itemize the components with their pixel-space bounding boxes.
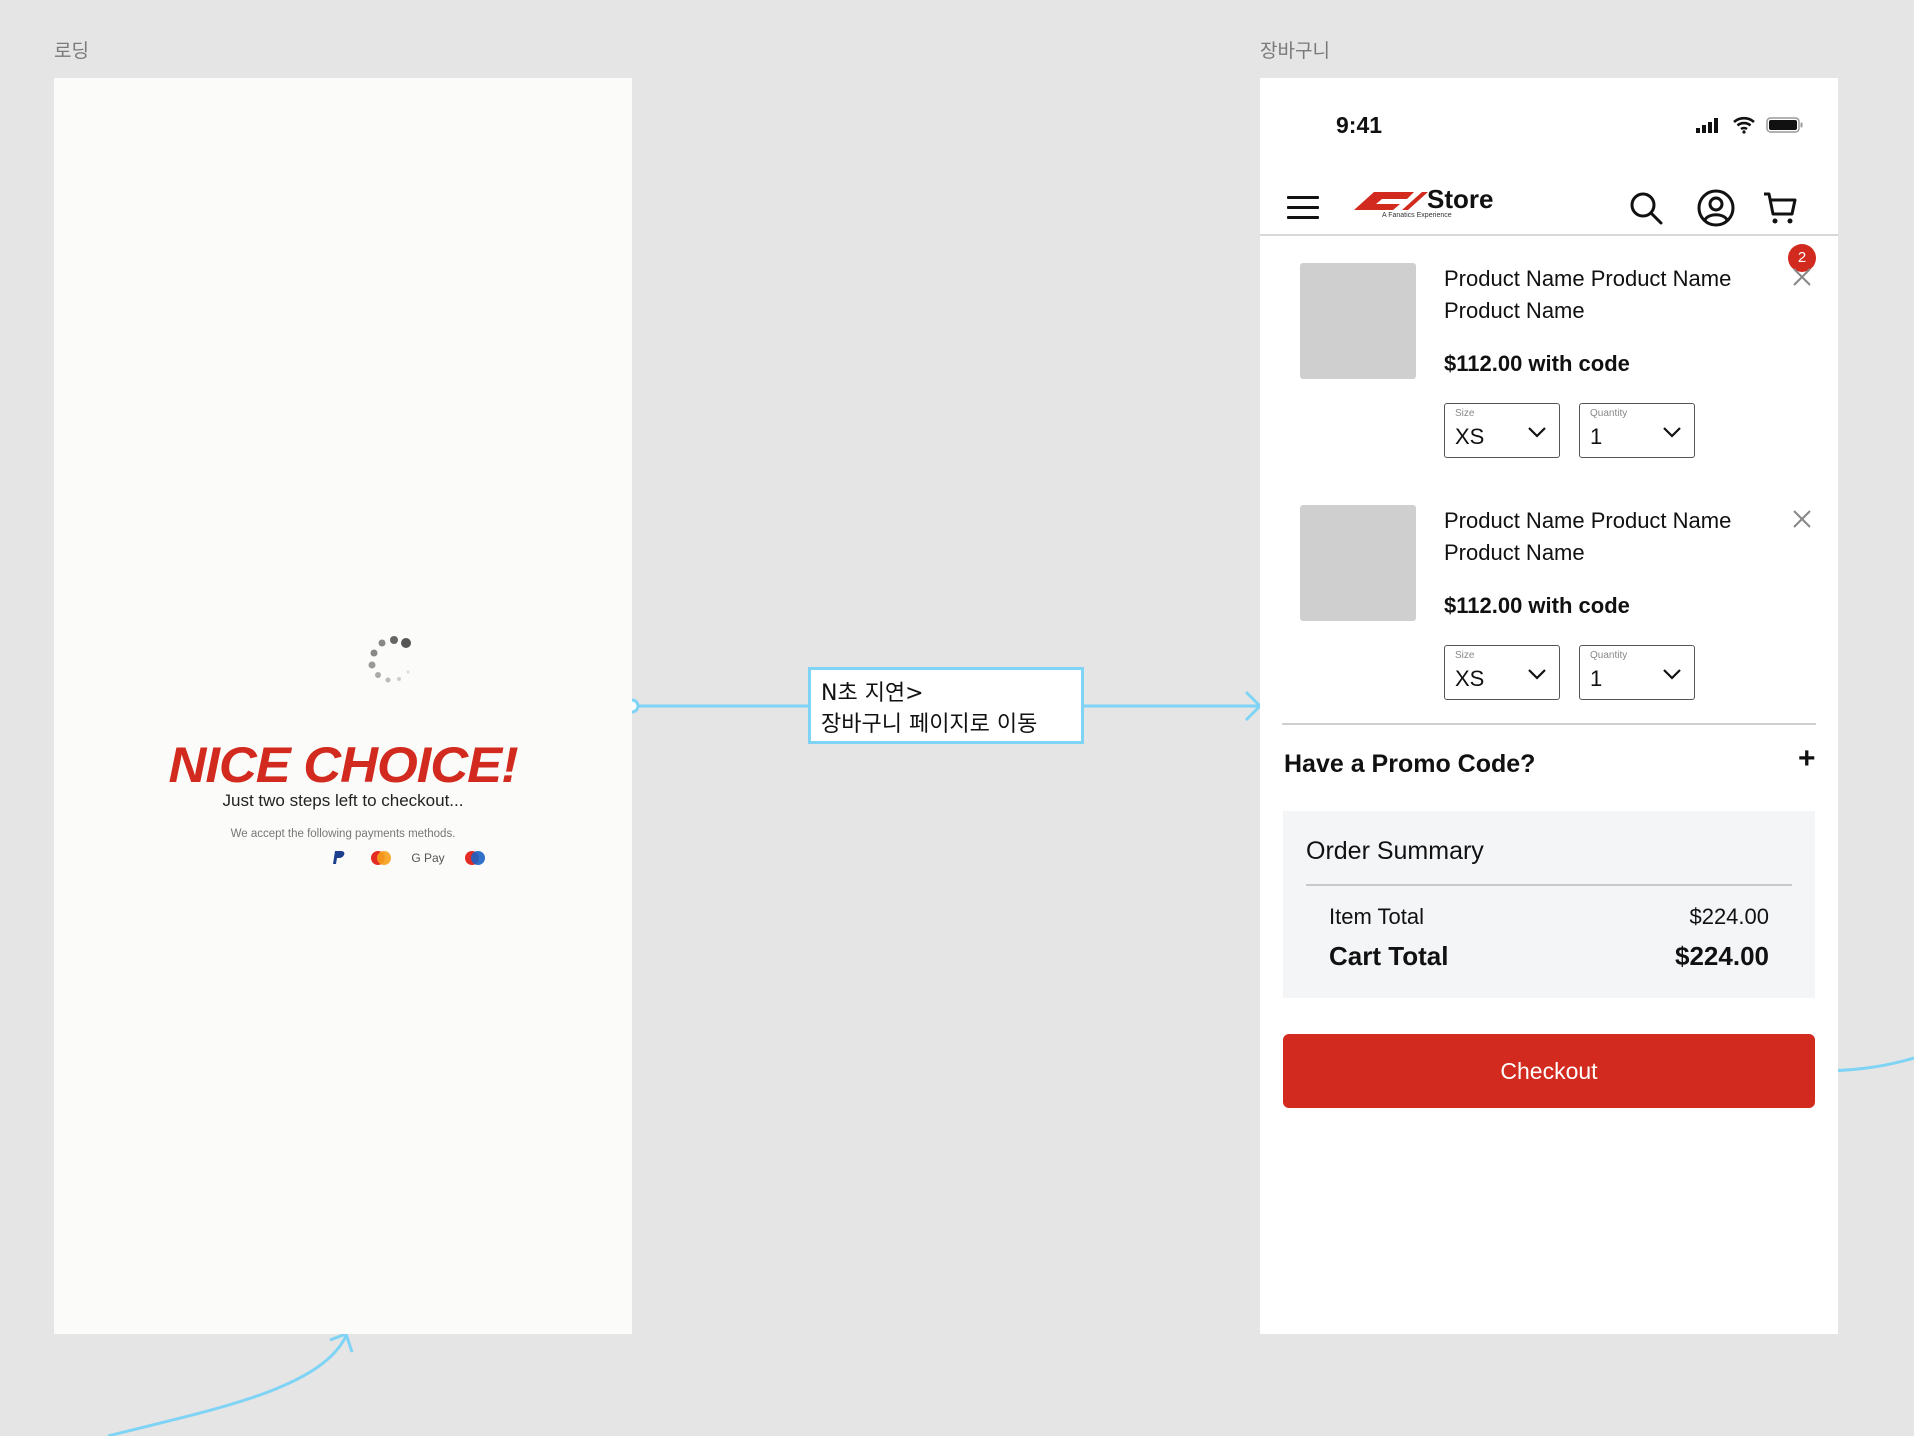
wifi-icon (1733, 116, 1755, 134)
menu-icon[interactable] (1287, 196, 1319, 220)
status-icons (1696, 116, 1804, 134)
quantity-select-value: 1 (1590, 666, 1603, 691)
quantity-select-value: 1 (1590, 424, 1603, 449)
item-total-label: Item Total (1329, 904, 1424, 929)
google-pay-icon: G Pay (408, 848, 448, 868)
cart-total-value: $224.00 (1675, 941, 1769, 971)
incoming-arrowhead (329, 1332, 354, 1353)
frame-label-loading: 로딩 (54, 40, 89, 62)
size-select-value: XS (1455, 666, 1485, 691)
product-price: $112.00 with code (1444, 351, 1630, 376)
cart-item: Product Name Product Name Product Name $… (1260, 505, 1838, 715)
product-name[interactable]: Product Name Product Name Product Name (1444, 263, 1734, 327)
loading-title: NICE CHOICE! (168, 737, 518, 793)
quantity-select-label: Quantity (1590, 408, 1628, 419)
chevron-down-icon (1663, 669, 1681, 680)
battery-icon (1766, 117, 1803, 133)
promo-expand-icon[interactable]: + (1798, 742, 1816, 776)
order-summary-title: Order Summary (1306, 837, 1484, 865)
chevron-down-icon (1528, 669, 1546, 680)
f1-store-logo[interactable]: Store A Fanatics Experience (1352, 184, 1502, 224)
quantity-select[interactable]: Quantity 1 (1579, 403, 1695, 458)
google-pay-text: G Pay (411, 851, 445, 865)
chevron-down-icon (1528, 427, 1546, 438)
size-select-label: Size (1455, 408, 1475, 419)
payment-methods: G Pay (324, 848, 490, 868)
summary-divider (1306, 884, 1792, 886)
chevron-down-icon (1663, 427, 1681, 438)
account-icon[interactable] (1696, 188, 1736, 228)
mastercard-icon (366, 848, 396, 868)
incoming-connector (107, 1335, 348, 1436)
site-header: Store A Fanatics Experience (1260, 166, 1838, 236)
size-select-label: Size (1455, 650, 1475, 661)
payments-caption: We accept the following payments methods… (230, 828, 456, 840)
loading-subtitle: Just two steps left to checkout... (222, 791, 464, 810)
cart-icon[interactable] (1762, 190, 1798, 226)
search-icon[interactable] (1628, 190, 1664, 226)
remove-item-icon[interactable] (1790, 265, 1814, 289)
product-image[interactable] (1300, 505, 1416, 621)
maestro-icon (460, 848, 490, 868)
signal-icon (1696, 118, 1718, 133)
promo-code-toggle[interactable]: Have a Promo Code? (1284, 750, 1535, 779)
size-select[interactable]: Size XS (1444, 645, 1560, 700)
product-image[interactable] (1300, 263, 1416, 379)
checkout-button[interactable]: Checkout (1283, 1034, 1815, 1108)
logo-store-text: Store (1427, 184, 1494, 214)
transition-note-line1: N초 지연> (821, 681, 924, 706)
transition-note: N초 지연> 장바구니 페이지로 이동 (808, 667, 1084, 744)
product-price: $112.00 with code (1444, 593, 1630, 618)
status-time: 9:41 (1336, 112, 1383, 138)
transition-note-line2: 장바구니 페이지로 이동 (821, 712, 1038, 737)
quantity-select[interactable]: Quantity 1 (1579, 645, 1695, 700)
cart-screen: 9:41 Store A Fanatics Experience 2 Produ… (1260, 78, 1838, 1334)
quantity-select-label: Quantity (1590, 650, 1628, 661)
frame-label-cart: 장바구니 (1260, 40, 1330, 62)
size-select[interactable]: Size XS (1444, 403, 1560, 458)
connector-arrowhead (1244, 690, 1263, 722)
loading-screen: NICE CHOICE! Just two steps left to chec… (54, 78, 632, 1334)
order-summary: Order Summary Item Total $224.00 Cart To… (1283, 811, 1815, 998)
size-select-value: XS (1455, 424, 1485, 449)
logo-tagline: A Fanatics Experience (1382, 212, 1452, 219)
section-divider (1282, 723, 1816, 725)
product-name[interactable]: Product Name Product Name Product Name (1444, 505, 1734, 569)
remove-item-icon[interactable] (1790, 507, 1814, 531)
paypal-icon (324, 848, 354, 868)
loading-spinner-icon (368, 636, 411, 683)
f1-logo-icon (1354, 192, 1428, 210)
item-total-value: $224.00 (1689, 904, 1769, 929)
cart-total-label: Cart Total (1329, 941, 1449, 971)
cart-item: Product Name Product Name Product Name $… (1260, 263, 1838, 473)
